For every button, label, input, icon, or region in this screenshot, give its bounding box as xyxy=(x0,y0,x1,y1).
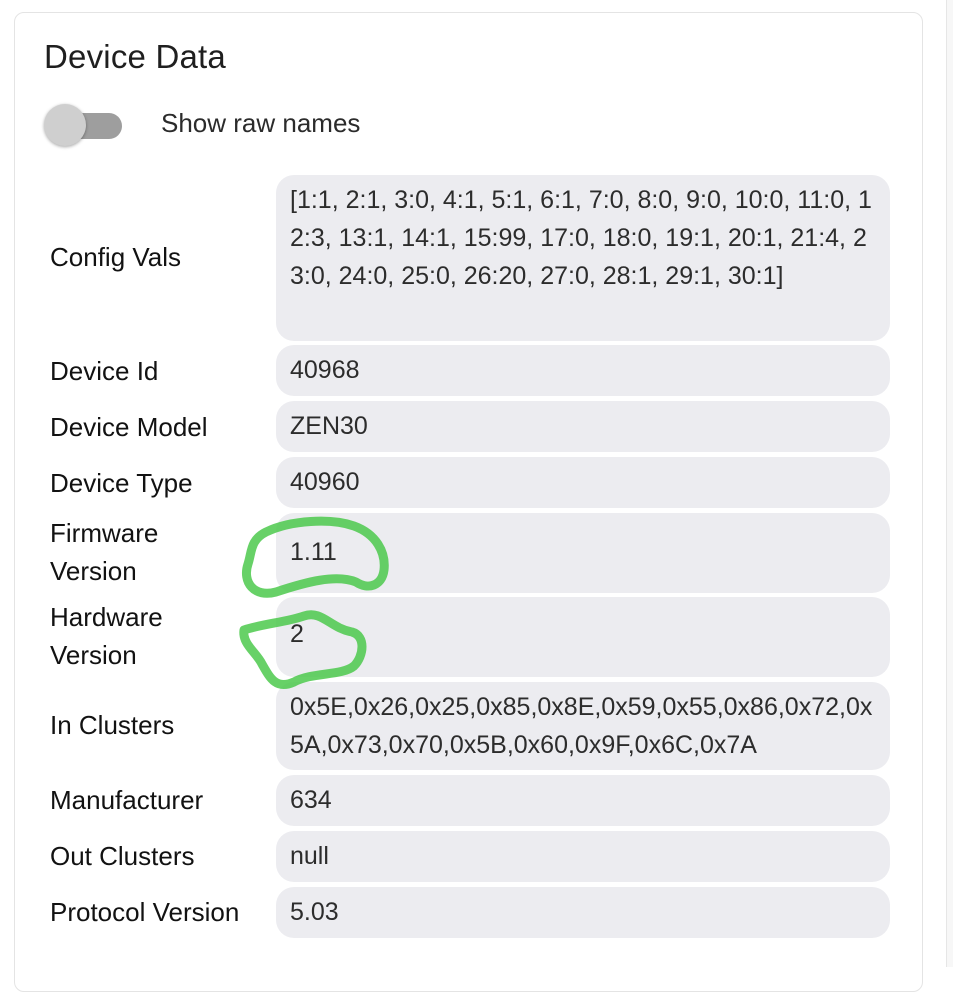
show-raw-names-toggle[interactable] xyxy=(44,104,122,148)
out-clusters-value: null xyxy=(276,831,890,882)
out-clusters-label: Out Clusters xyxy=(50,841,195,871)
hardware-version-value: 2 xyxy=(276,597,890,677)
device-type-value: 40960 xyxy=(276,457,890,508)
protocol-version-label: Protocol Version xyxy=(50,897,240,927)
firmware-version-label: Firmware Version xyxy=(50,518,159,586)
hardware-version-label: Hardware Version xyxy=(50,602,163,670)
manufacturer-value: 634 xyxy=(276,775,890,826)
manufacturer-label: Manufacturer xyxy=(50,785,204,815)
device-id-value: 40968 xyxy=(276,345,890,396)
in-clusters-value: 0x5E,0x26,0x25,0x85,0x8E,0x59,0x55,0x86,… xyxy=(276,682,890,770)
config-vals-label: Config Vals xyxy=(50,242,182,272)
in-clusters-label: In Clusters xyxy=(50,710,175,740)
device-type-label: Device Type xyxy=(50,468,193,498)
card-title: Device Data xyxy=(44,38,226,75)
toggle-label: Show raw names xyxy=(161,108,361,138)
device-id-label: Device Id xyxy=(50,356,159,386)
scroll-edge xyxy=(946,0,953,967)
device-model-label: Device Model xyxy=(50,412,208,442)
toggle-knob xyxy=(44,104,86,146)
device-model-value: ZEN30 xyxy=(276,401,890,452)
config-vals-value: [1:1, 2:1, 3:0, 4:1, 5:1, 6:1, 7:0, 8:0,… xyxy=(276,175,890,341)
protocol-version-value: 5.03 xyxy=(276,887,890,938)
firmware-version-value: 1.11 xyxy=(276,513,890,593)
